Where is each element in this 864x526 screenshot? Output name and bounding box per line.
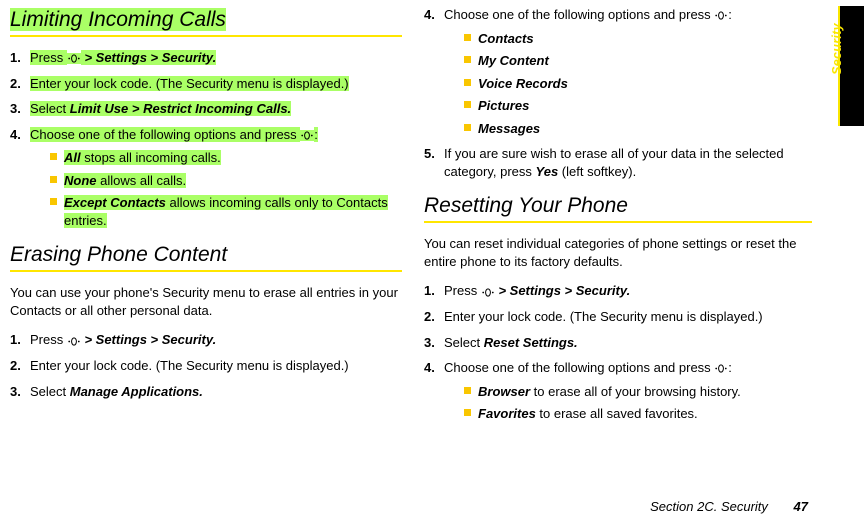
option-bold: Favorites bbox=[478, 406, 536, 421]
ok-key-icon bbox=[481, 287, 495, 298]
section-tab: Security bbox=[838, 6, 864, 126]
option-text: stops all incoming calls. bbox=[81, 150, 221, 165]
step-text-bold: > Settings > Security. bbox=[495, 283, 630, 298]
option-bold: Pictures bbox=[478, 98, 529, 113]
body-paragraph: You can use your phone's Security menu t… bbox=[10, 284, 402, 319]
step-text: (left softkey). bbox=[558, 164, 636, 179]
step-text: Choose one of the following options and … bbox=[444, 7, 714, 22]
list-item: None allows all calls. bbox=[50, 172, 402, 190]
step-item: Select Reset Settings. bbox=[424, 334, 812, 352]
heading-resetting-phone: Resetting Your Phone bbox=[424, 194, 812, 223]
yes-softkey: Yes bbox=[536, 164, 559, 179]
step-text-bold: > Settings > Security. bbox=[81, 50, 216, 65]
step-text: Enter your lock code. (The Security menu… bbox=[444, 309, 763, 324]
step-text: : bbox=[728, 360, 732, 375]
ok-key-icon bbox=[300, 130, 314, 141]
page-footer: Section 2C. Security 47 bbox=[650, 499, 808, 514]
steps-limiting-calls: Press > Settings > Security. Enter your … bbox=[10, 49, 402, 229]
option-bold: Voice Records bbox=[478, 76, 568, 91]
left-column: Limiting Incoming Calls Press > Settings… bbox=[10, 6, 420, 526]
ok-key-icon bbox=[714, 363, 728, 374]
footer-section: Section 2C. Security bbox=[650, 499, 768, 514]
list-item: Browser to erase all of your browsing hi… bbox=[464, 383, 812, 401]
step-item: Enter your lock code. (The Security menu… bbox=[10, 75, 402, 93]
list-item: Favorites to erase all saved favorites. bbox=[464, 405, 812, 423]
step-text: Press bbox=[444, 283, 481, 298]
option-text: to erase all of your browsing history. bbox=[530, 384, 741, 399]
step-text: Enter your lock code. (The Security menu… bbox=[30, 358, 349, 373]
step-text: Press bbox=[30, 332, 67, 347]
heading-text: Limiting Incoming Calls bbox=[10, 8, 226, 31]
option-bold: Except Contacts bbox=[64, 195, 166, 210]
step-item: Select Manage Applications. bbox=[10, 383, 402, 401]
list-item: Contacts bbox=[464, 30, 812, 48]
step-text-bold: Manage Applications. bbox=[70, 384, 203, 399]
list-item: My Content bbox=[464, 52, 812, 70]
page-content: Limiting Incoming Calls Press > Settings… bbox=[0, 0, 864, 526]
step-text: : bbox=[314, 127, 318, 142]
page-number: 47 bbox=[794, 499, 808, 514]
step-item: Choose one of the following options and … bbox=[10, 126, 402, 230]
step-text: Choose one of the following options and … bbox=[444, 360, 714, 375]
section-tab-label: Security bbox=[830, 23, 844, 75]
step-text: Enter your lock code. (The Security menu… bbox=[30, 76, 349, 91]
steps-erase-continued: Choose one of the following options and … bbox=[424, 6, 812, 180]
heading-limiting-calls: Limiting Incoming Calls bbox=[10, 8, 402, 37]
option-bold: Messages bbox=[478, 121, 540, 136]
list-item: Voice Records bbox=[464, 75, 812, 93]
step-item: Select Limit Use > Restrict Incoming Cal… bbox=[10, 100, 402, 118]
list-item: All stops all incoming calls. bbox=[50, 149, 402, 167]
right-column: Choose one of the following options and … bbox=[420, 6, 830, 526]
step-text-bold: Limit Use > Restrict Incoming Calls. bbox=[70, 101, 291, 116]
step-text: : bbox=[728, 7, 732, 22]
list-item: Pictures bbox=[464, 97, 812, 115]
ok-key-icon bbox=[714, 10, 728, 21]
step-text-bold: > Settings > Security. bbox=[81, 332, 216, 347]
options-list: All stops all incoming calls. None allow… bbox=[30, 149, 402, 229]
step-text-bold: Reset Settings. bbox=[484, 335, 578, 350]
step-text: Select bbox=[30, 384, 70, 399]
ok-key-icon bbox=[67, 53, 81, 64]
option-bold: All bbox=[64, 150, 81, 165]
step-item: Choose one of the following options and … bbox=[424, 6, 812, 137]
steps-erasing-content: Press > Settings > Security. Enter your … bbox=[10, 331, 402, 400]
option-text: to erase all saved favorites. bbox=[536, 406, 698, 421]
step-text: Press bbox=[30, 50, 67, 65]
step-text: Select bbox=[444, 335, 484, 350]
heading-erasing-content: Erasing Phone Content bbox=[10, 243, 402, 272]
body-paragraph: You can reset individual categories of p… bbox=[424, 235, 812, 270]
step-item: Enter your lock code. (The Security menu… bbox=[424, 308, 812, 326]
step-item: If you are sure wish to erase all of you… bbox=[424, 145, 812, 180]
ok-key-icon bbox=[67, 336, 81, 347]
list-item: Except Contacts allows incoming calls on… bbox=[50, 194, 402, 229]
steps-reset-phone: Press > Settings > Security. Enter your … bbox=[424, 282, 812, 422]
step-item: Press > Settings > Security. bbox=[424, 282, 812, 300]
option-bold: None bbox=[64, 173, 97, 188]
list-item: Messages bbox=[464, 120, 812, 138]
option-bold: My Content bbox=[478, 53, 549, 68]
step-item: Enter your lock code. (The Security menu… bbox=[10, 357, 402, 375]
step-text: Select bbox=[30, 101, 70, 116]
step-item: Choose one of the following options and … bbox=[424, 359, 812, 423]
step-item: Press > Settings > Security. bbox=[10, 331, 402, 349]
option-bold: Contacts bbox=[478, 31, 534, 46]
step-item: Press > Settings > Security. bbox=[10, 49, 402, 67]
options-list: Contacts My Content Voice Records Pictur… bbox=[444, 30, 812, 138]
options-list: Browser to erase all of your browsing hi… bbox=[444, 383, 812, 423]
step-text: Choose one of the following options and … bbox=[30, 127, 300, 142]
option-text: allows all calls. bbox=[97, 173, 187, 188]
option-bold: Browser bbox=[478, 384, 530, 399]
